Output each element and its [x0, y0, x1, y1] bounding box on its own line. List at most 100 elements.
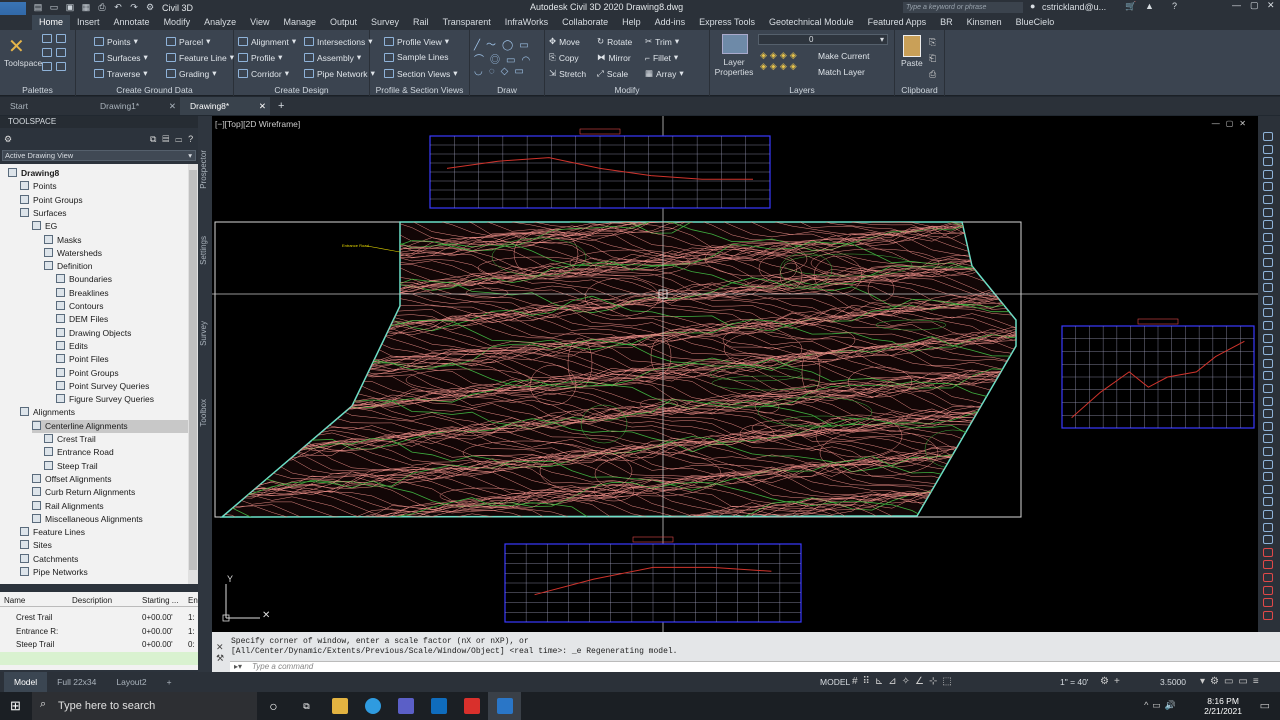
tab-rail[interactable]: Rail: [406, 15, 436, 30]
model-space-toggle[interactable]: MODEL: [820, 677, 850, 687]
fillet-button[interactable]: ⌐ Fillet ▾: [645, 52, 678, 63]
tree-item[interactable]: Watersheds: [44, 247, 102, 260]
tree-item[interactable]: Point Survey Queries: [56, 380, 149, 393]
right-toolbar-tool-icon[interactable]: [1263, 258, 1273, 267]
tree-scrollbar[interactable]: [188, 164, 198, 584]
right-toolbar-tool-icon[interactable]: [1263, 321, 1273, 330]
search-input[interactable]: Type a keyword or phrase: [903, 2, 1023, 13]
panel-title-ground[interactable]: Create Ground Data: [76, 85, 233, 95]
right-toolbar-tool-icon[interactable]: [1263, 547, 1273, 557]
palette-icons[interactable]: [42, 34, 72, 74]
tree-item[interactable]: Points: [20, 180, 57, 193]
right-toolbar-tool-icon[interactable]: [1263, 358, 1273, 368]
tree-item[interactable]: Offset Alignments: [32, 473, 111, 486]
grading-button[interactable]: Grading ▾: [166, 68, 217, 79]
tree-item[interactable]: Crest Trail: [44, 433, 96, 446]
tab-express-tools[interactable]: Express Tools: [692, 15, 762, 30]
cortana-icon[interactable]: ○: [257, 692, 290, 720]
array-button[interactable]: ▦ Array ▾: [645, 68, 684, 79]
right-toolbar-tool-icon[interactable]: [1263, 169, 1273, 179]
outlook-icon[interactable]: [422, 692, 455, 720]
tab-manage[interactable]: Manage: [276, 15, 323, 30]
right-toolbar-tool-icon[interactable]: [1263, 308, 1273, 318]
drafting-toggle-icons[interactable]: #⠿⊾⊿✧∠⊹⬚: [852, 676, 957, 687]
paste-button[interactable]: Paste: [901, 58, 923, 68]
section-views-button[interactable]: Section Views ▾: [384, 68, 458, 79]
tab-modify[interactable]: Modify: [157, 15, 198, 30]
right-toolbar-tool-icon[interactable]: [1263, 270, 1273, 280]
right-toolbar-tool-icon[interactable]: [1263, 560, 1273, 570]
layer-select[interactable]: 0 ▾: [758, 34, 888, 45]
right-toolbar-tool-icon[interactable]: [1263, 245, 1273, 255]
pipe-network-button[interactable]: Pipe Network ▾: [304, 68, 375, 79]
assembly-button[interactable]: Assembly ▾: [304, 52, 361, 63]
right-toolbar-tool-icon[interactable]: [1263, 207, 1273, 217]
right-toolbar-tool-icon[interactable]: [1263, 598, 1273, 608]
tree-item[interactable]: Miscellaneous Alignments: [32, 513, 143, 526]
right-toolbar-tool-icon[interactable]: [1263, 384, 1273, 393]
tab-start[interactable]: Start: [0, 97, 90, 115]
right-toolbar-tool-icon[interactable]: [1263, 371, 1273, 381]
tree-item[interactable]: Curb Return Alignments: [32, 486, 135, 499]
stretch-button[interactable]: ⇲ Stretch: [549, 68, 586, 79]
save-icon[interactable]: ▣: [64, 2, 76, 13]
right-toolbar-tool-icon[interactable]: [1263, 510, 1273, 519]
corridor-button[interactable]: Corridor ▾: [238, 68, 289, 79]
workspace-select[interactable]: Civil 3D: [162, 3, 193, 13]
right-toolbar-tool-icon[interactable]: [1263, 459, 1273, 469]
tab-add-ins[interactable]: Add-ins: [648, 15, 693, 30]
copy-button[interactable]: ⎘ Copy: [549, 52, 579, 63]
cart-icon[interactable]: 🛒: [1125, 1, 1136, 12]
column-header[interactable]: Name: [4, 594, 25, 607]
tab-toolbox[interactable]: Toolbox: [199, 399, 208, 427]
close-tab-icon[interactable]: ✕: [169, 97, 176, 115]
tab-survey[interactable]: Survey: [364, 15, 406, 30]
plot-icon[interactable]: ⎙: [96, 2, 108, 13]
taskbar-search[interactable]: ⌕ Type here to search: [32, 692, 257, 720]
tree-item[interactable]: Entrance Road: [44, 446, 114, 459]
command-input[interactable]: ▸▾ Type a command: [230, 661, 1280, 672]
undo-icon[interactable]: ↶: [112, 2, 124, 13]
column-header[interactable]: Starting ...: [142, 594, 178, 607]
tree-item[interactable]: Contours: [56, 300, 104, 313]
tab-transparent[interactable]: Transparent: [436, 15, 498, 30]
edge-icon[interactable]: [356, 692, 389, 720]
tree-item[interactable]: Catchments: [20, 553, 78, 566]
profile-view-button[interactable]: Profile View ▾: [384, 36, 449, 47]
tree-item[interactable]: Edits: [56, 340, 88, 353]
maximize-icon[interactable]: ▢: [1250, 0, 1259, 11]
panel-title-modify[interactable]: Modify: [545, 85, 709, 95]
saveas-icon[interactable]: ▦: [80, 2, 92, 13]
right-toolbar-tool-icon[interactable]: [1263, 295, 1273, 305]
tab-drawing1[interactable]: Drawing1* ✕: [90, 97, 180, 115]
tab-featured-apps[interactable]: Featured Apps: [861, 15, 934, 30]
tab-model[interactable]: Model: [4, 672, 48, 692]
tree-item[interactable]: Centerline Alignments: [32, 419, 188, 433]
points-button[interactable]: Points ▾: [94, 36, 138, 47]
civil3d-taskbar-icon[interactable]: [488, 692, 521, 720]
right-toolbar-tool-icon[interactable]: [1263, 434, 1273, 444]
panel-title-draw[interactable]: Draw: [470, 85, 544, 95]
tree-item[interactable]: Point Groups: [56, 367, 119, 380]
right-toolbar-tool-icon[interactable]: [1263, 232, 1273, 242]
tab-kinsmen[interactable]: Kinsmen: [960, 15, 1009, 30]
file-explorer-icon[interactable]: [323, 692, 356, 720]
right-toolbar-tool-icon[interactable]: [1263, 585, 1273, 595]
tab-settings[interactable]: Settings: [199, 236, 208, 265]
tab-survey[interactable]: Survey: [199, 321, 208, 346]
tree-item[interactable]: Drawing Objects: [56, 327, 131, 340]
traverse-button[interactable]: Traverse ▾: [94, 68, 148, 79]
right-toolbar-tool-icon[interactable]: [1263, 333, 1273, 343]
table-row[interactable]: Entrance R: 0+00.00' 1:: [0, 625, 198, 638]
tree-item[interactable]: Pipe Networks: [20, 566, 88, 579]
profile-button[interactable]: Profile ▾: [238, 52, 282, 63]
status-more-icons[interactable]: ▾⚙▭▭≡: [1200, 676, 1264, 687]
toolspace-icon[interactable]: ✕: [8, 34, 32, 58]
panel-title-design[interactable]: Create Design: [234, 85, 369, 95]
panel-title-layers[interactable]: Layers: [710, 85, 894, 95]
panel-title-profile[interactable]: Profile & Section Views: [370, 85, 469, 95]
layer-properties-icon[interactable]: [722, 34, 748, 54]
right-toolbar-tool-icon[interactable]: [1263, 522, 1273, 532]
table-row[interactable]: Crest Trail 0+00.00' 1:: [0, 611, 198, 624]
notifications-icon[interactable]: ▭: [1260, 699, 1270, 712]
